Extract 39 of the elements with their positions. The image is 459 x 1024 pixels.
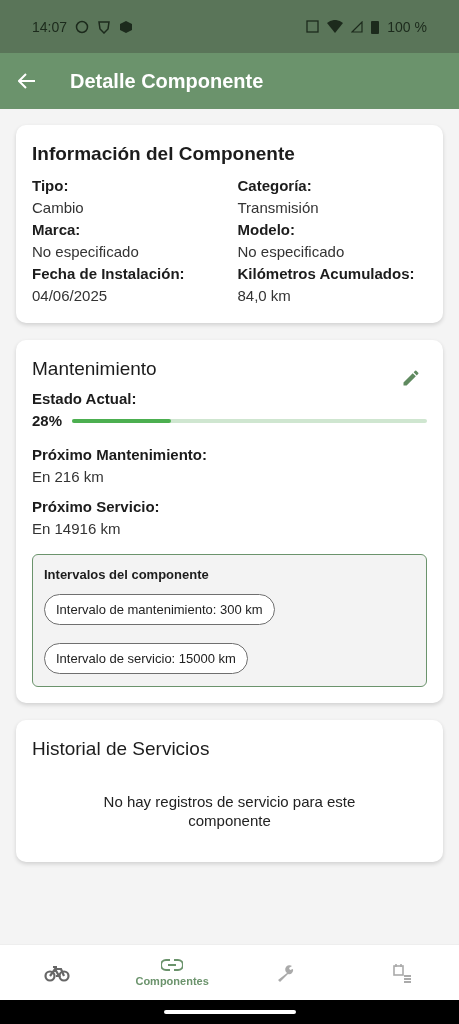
field-value: 04/06/2025 [32, 286, 109, 306]
field-value: No especificado [237, 242, 346, 262]
field-label: Modelo: [237, 220, 296, 240]
wifi-icon [327, 20, 344, 33]
field-value: Transmisión [237, 198, 320, 218]
field-label: Categoría: [237, 176, 313, 196]
intervals-title: Intervalos del componente [44, 567, 209, 582]
card-title: Historial de Servicios [32, 738, 211, 760]
field-label: Próximo Servicio: [32, 497, 161, 517]
link-icon[interactable] [161, 958, 184, 971]
field-label: Fecha de Instalación: [32, 264, 186, 284]
field-label: Próximo Mantenimiento: [32, 445, 208, 465]
status-label: Estado Actual: [32, 389, 138, 409]
field-value: No especificado [32, 242, 140, 262]
field-value: En 216 km [32, 467, 105, 487]
card-title: Información del Componente [32, 143, 296, 165]
edit-pencil-icon[interactable] [401, 368, 421, 388]
battery-icon [371, 19, 380, 34]
status-time: 14:07 [32, 18, 68, 35]
battery-percent: 100 % [387, 18, 427, 35]
signal-icon [351, 20, 364, 33]
hexagon-icon [119, 19, 134, 34]
nav-label[interactable]: Componentes [135, 974, 209, 987]
card-title: Mantenimiento [32, 358, 157, 381]
field-value: 84,0 km [237, 286, 292, 306]
empty-message: No hay registros de servicio para este componente [102, 792, 357, 831]
field-label: Kilómetros Acumulados: [237, 264, 416, 284]
field-value: En 14916 km [32, 519, 122, 539]
screen-title: Detalle Componente [70, 69, 264, 93]
field-label: Marca: [32, 220, 82, 240]
back-arrow-icon[interactable] [18, 73, 36, 89]
field-value: Cambio [32, 198, 85, 218]
field-label: Tipo: [32, 176, 70, 196]
interval-chip: Intervalo de servicio: 15000 km [44, 643, 248, 674]
shield-icon [97, 19, 112, 34]
progress-percent: 28% [32, 411, 63, 431]
bicycle-icon[interactable] [44, 963, 71, 982]
calendar-list-icon[interactable] [391, 962, 412, 983]
interval-chip: Intervalo de mantenimiento: 300 km [44, 594, 275, 625]
